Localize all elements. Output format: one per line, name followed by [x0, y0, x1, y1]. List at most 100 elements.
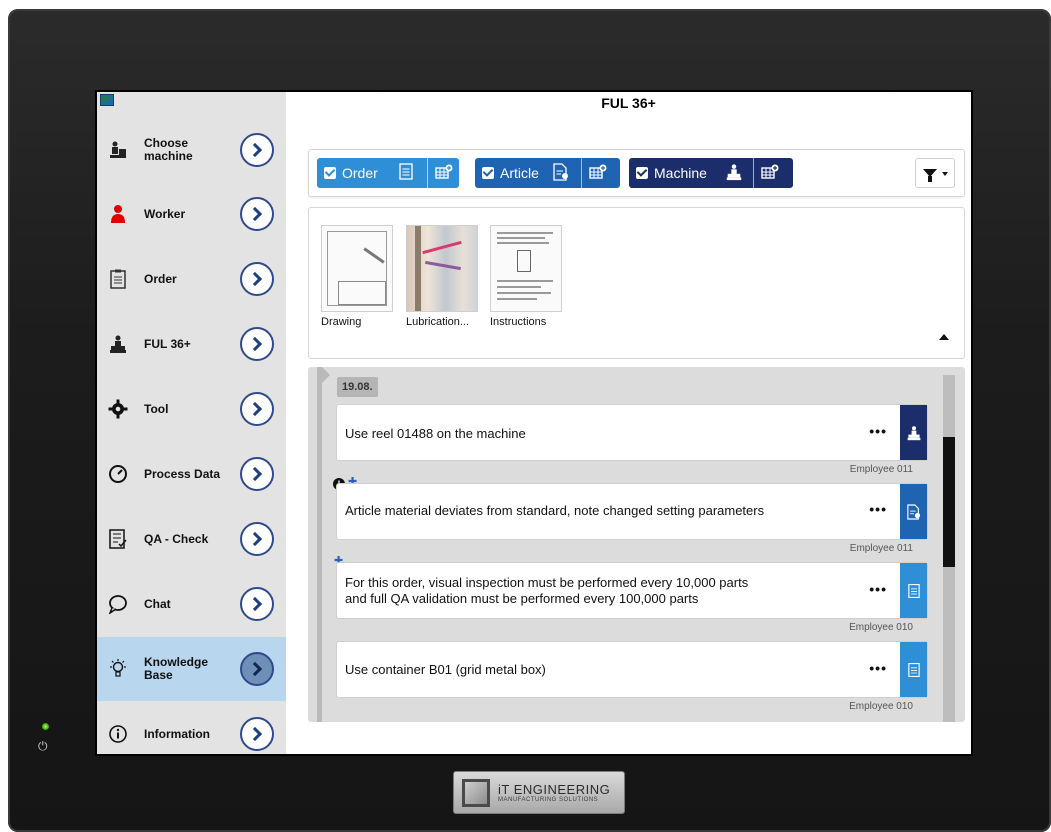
- gauge-icon: [108, 464, 128, 484]
- checkbox-checked-icon[interactable]: [636, 167, 648, 179]
- filter-chip-article[interactable]: Article: [475, 158, 620, 188]
- document-name: Instructions: [490, 316, 547, 328]
- category-order-tag: [900, 563, 927, 618]
- sidebar-item-process-data[interactable]: Process Data: [97, 442, 286, 506]
- sidebar-item-knowledge-base[interactable]: Knowledge Base: [97, 637, 286, 701]
- add-to-grid-icon[interactable]: [589, 164, 607, 183]
- machine-operator-icon: [108, 334, 128, 354]
- filter-chip-label: Order: [342, 165, 378, 181]
- chip-divider: [753, 158, 754, 188]
- note-card[interactable]: Use reel 01488 on the machine •••: [336, 404, 928, 461]
- sidebar-item-label: Chat: [144, 596, 171, 611]
- chevron-right-icon[interactable]: [240, 652, 274, 686]
- filter-chip-label: Machine: [654, 165, 707, 181]
- sidebar-item-worker[interactable]: Worker: [97, 182, 286, 246]
- brand-name: iT ENGINEERING: [498, 782, 611, 797]
- category-article-tag: [900, 484, 927, 539]
- sidebar-item-information[interactable]: Information: [97, 702, 286, 754]
- article-document-icon: [906, 503, 920, 520]
- more-options-button[interactable]: •••: [869, 423, 887, 439]
- document-thumbnail[interactable]: [490, 225, 562, 312]
- chevron-right-icon[interactable]: [240, 457, 274, 491]
- filter-chip-machine[interactable]: Machine: [629, 158, 793, 188]
- chat-bubble-icon: [108, 594, 128, 614]
- document-item[interactable]: Lubrication...: [406, 225, 478, 328]
- lightbulb-icon: [108, 659, 128, 679]
- chevron-down-icon: [941, 172, 948, 176]
- sidebar-item-label: Process Data: [144, 466, 221, 481]
- sidebar-item-tool[interactable]: Tool: [97, 377, 286, 441]
- note-text: Use reel 01488 on the machine: [345, 426, 526, 441]
- filter-chip-label: Article: [500, 165, 539, 181]
- more-options-button[interactable]: •••: [869, 501, 887, 517]
- date-badge: 19.08.: [337, 377, 378, 397]
- chevron-right-icon[interactable]: [240, 327, 274, 361]
- document-thumbnail[interactable]: [321, 225, 393, 312]
- checklist-icon: [108, 529, 128, 549]
- more-options-button[interactable]: •••: [869, 660, 887, 676]
- filter-dropdown-button[interactable]: [915, 158, 955, 188]
- sidebar-item-label: Order: [144, 271, 177, 286]
- machine-operator-icon: [108, 140, 128, 160]
- brand-tagline: MANUFACTURING SOLUTIONS: [498, 797, 599, 803]
- chevron-right-icon[interactable]: [240, 133, 274, 167]
- more-options-button[interactable]: •••: [869, 581, 887, 597]
- document-name: Lubrication...: [406, 316, 469, 328]
- chevron-right-icon[interactable]: [240, 522, 274, 556]
- sidebar-item-label: Information: [144, 726, 210, 741]
- screen: Choose machine Worker Order FUL 36+ Tool…: [95, 90, 973, 756]
- document-name: Drawing: [321, 316, 362, 328]
- document-item[interactable]: Instructions: [490, 225, 562, 328]
- chevron-right-icon[interactable]: [240, 587, 274, 621]
- note-card[interactable]: Use container B01 (grid metal box) •••: [336, 641, 928, 698]
- gear-icon: [108, 399, 128, 419]
- chevron-right-icon[interactable]: [240, 262, 274, 296]
- note-text-line-2: and full QA validation must be performed…: [345, 591, 699, 606]
- timeline-marker: [322, 367, 330, 383]
- clipboard-icon: [399, 163, 413, 183]
- machine-operator-icon: [725, 163, 743, 184]
- clipboard-icon: [907, 583, 920, 598]
- note-text: Article material deviates from standard,…: [345, 503, 765, 518]
- add-to-grid-icon[interactable]: [435, 164, 453, 183]
- category-order-tag: [900, 642, 927, 697]
- sidebar-item-label: Tool: [144, 401, 169, 416]
- note-author: Employee 011: [849, 543, 913, 554]
- app-logo-icon: [100, 94, 114, 106]
- scrollbar-thumb[interactable]: [943, 437, 955, 567]
- power-icon[interactable]: ⏻: [38, 739, 48, 754]
- document-thumbnail[interactable]: [406, 225, 478, 312]
- sidebar-item-label: FUL 36+: [144, 336, 191, 351]
- checkbox-checked-icon[interactable]: [324, 167, 336, 179]
- brand-plate: iT ENGINEERING MANUFACTURING SOLUTIONS: [453, 771, 625, 814]
- sidebar-item-order[interactable]: Order: [97, 247, 286, 311]
- collapse-up-icon[interactable]: [939, 334, 949, 340]
- article-document-icon: [553, 162, 569, 184]
- add-to-grid-icon[interactable]: [761, 164, 779, 183]
- sidebar-item-chat[interactable]: Chat: [97, 572, 286, 636]
- page-title: FUL 36+: [601, 95, 656, 111]
- info-icon: [108, 724, 128, 744]
- chevron-right-icon[interactable]: [240, 392, 274, 426]
- sidebar-item-choose-machine[interactable]: Choose machine: [97, 118, 286, 182]
- note-card[interactable]: For this order, visual inspection must b…: [336, 562, 928, 619]
- sidebar: Choose machine Worker Order FUL 36+ Tool…: [97, 92, 286, 754]
- sidebar-item-label: Worker: [144, 206, 186, 221]
- note-author: Employee 010: [849, 701, 913, 712]
- sidebar-item-label: Choose machine: [144, 136, 193, 163]
- status-led: [42, 723, 49, 730]
- note-author: Employee 011: [849, 464, 913, 475]
- note-text: Use container B01 (grid metal box): [345, 662, 546, 677]
- chip-divider: [427, 158, 428, 188]
- clipboard-icon: [108, 269, 128, 289]
- timeline-bar: [317, 367, 322, 722]
- note-card[interactable]: Article material deviates from standard,…: [336, 483, 928, 540]
- sidebar-item-ful36[interactable]: FUL 36+: [97, 312, 286, 376]
- chevron-right-icon[interactable]: [240, 197, 274, 231]
- filter-chip-order[interactable]: Order: [317, 158, 459, 188]
- document-item[interactable]: Drawing: [321, 225, 393, 328]
- sidebar-item-qa-check[interactable]: QA - Check: [97, 507, 286, 571]
- chevron-right-icon[interactable]: [240, 717, 274, 751]
- checkbox-checked-icon[interactable]: [482, 167, 494, 179]
- chip-divider: [581, 158, 582, 188]
